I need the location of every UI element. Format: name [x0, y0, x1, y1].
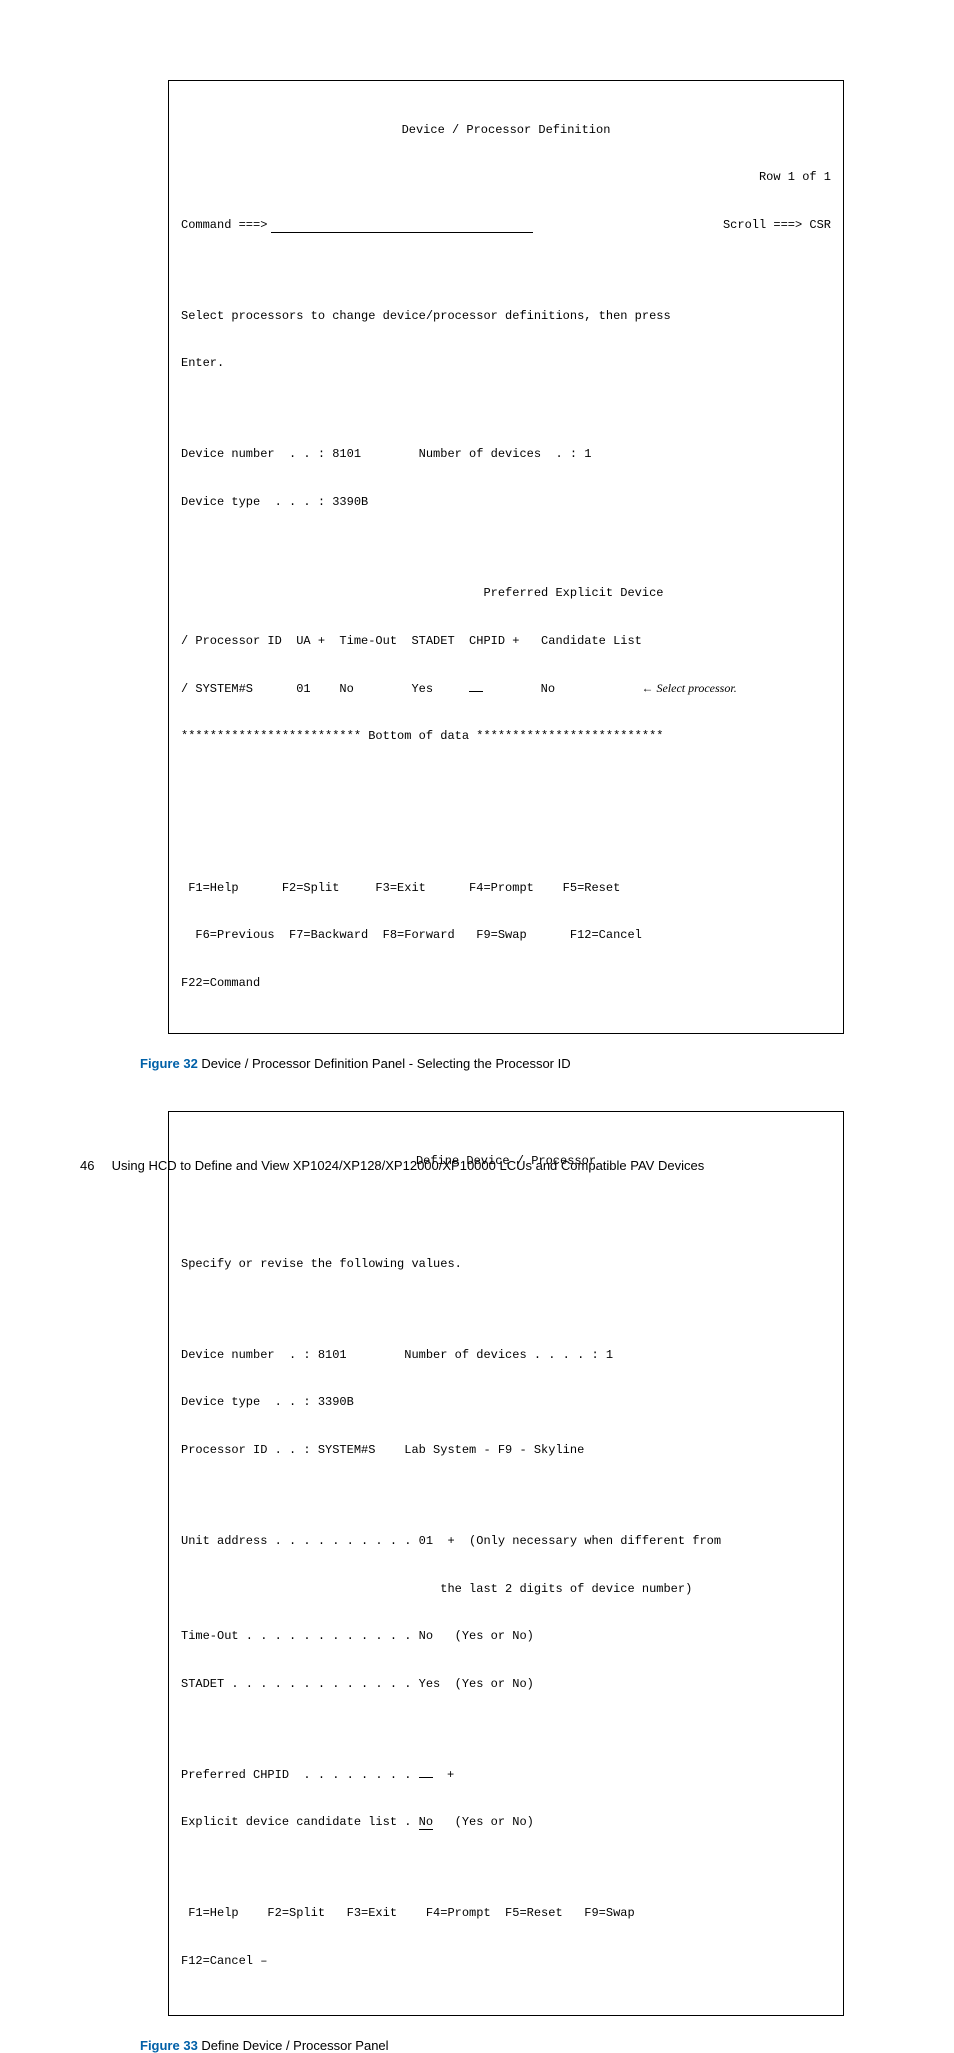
chpid-input[interactable] — [469, 691, 483, 692]
bottom-of-data: ************************* Bottom of data… — [181, 729, 831, 745]
device-number: Device number . . : 8101 — [181, 447, 361, 461]
panel1-fkeys-1: F1=Help F2=Split F3=Exit F4=Prompt F5=Re… — [181, 881, 831, 897]
select-processor-note: Select processor. — [656, 681, 736, 695]
figure-number: Figure 32 — [140, 1056, 198, 1071]
figure-caption-text: Define Device / Processor Panel — [198, 2038, 389, 2053]
panel-device-processor-definition: Device / Processor Definition Row 1 of 1… — [168, 80, 844, 1034]
panel1-device-info-line: Device number . . : 8101 Number of devic… — [181, 447, 831, 463]
panel2-timeout: Time-Out . . . . . . . . . . . . No (Yes… — [181, 1629, 831, 1645]
panel2-unit-address-2: the last 2 digits of device number) — [181, 1582, 831, 1598]
page-number: 46 — [80, 1158, 108, 1173]
panel1-instruction-2: Enter. — [181, 356, 831, 372]
column-header-2: / Processor ID UA + Time-Out STADET CHPI… — [181, 634, 831, 650]
processor-row: / SYSTEM#S 01 No Yes No ← Select process… — [181, 681, 831, 698]
panel1-fkeys-3: F22=Command — [181, 976, 831, 992]
command-input[interactable] — [271, 218, 533, 234]
processor-row-data: / SYSTEM#S 01 No Yes — [181, 682, 469, 696]
panel2-device-number: Device number . : 8101 Number of devices… — [181, 1348, 831, 1364]
figure-caption-text: Device / Processor Definition Panel - Se… — [198, 1056, 571, 1071]
document-page: Device / Processor Definition Row 1 of 1… — [0, 0, 954, 1235]
preferred-chpid-input[interactable] — [419, 1777, 433, 1778]
panel2-stadet: STADET . . . . . . . . . . . . . Yes (Ye… — [181, 1677, 831, 1693]
column-header-1: Preferred Explicit Device — [181, 586, 831, 602]
figure-number: Figure 33 — [140, 2038, 198, 2053]
device-type: Device type . . . : 3390B — [181, 495, 831, 511]
scroll-label: Scroll ===> CSR — [723, 218, 831, 234]
panel2-fkeys-2: F12=Cancel – — [181, 1954, 831, 1970]
footer-section-title: Using HCD to Define and View XP1024/XP12… — [112, 1158, 705, 1173]
command-label: Command ===> — [181, 218, 267, 234]
panel1-fkeys-2: F6=Previous F7=Backward F8=Forward F9=Sw… — [181, 928, 831, 944]
panel2-fkeys-1: F1=Help F2=Split F3=Exit F4=Prompt F5=Re… — [181, 1906, 831, 1922]
panel2-explicit-candidate: Explicit device candidate list . No (Yes… — [181, 1815, 831, 1831]
panel1-command-line: Command ===> Scroll ===> CSR — [181, 218, 831, 234]
panel2-unit-address: Unit address . . . . . . . . . . 01 + (O… — [181, 1534, 831, 1550]
figure-33-caption: Figure 33 Define Device / Processor Pane… — [140, 2038, 874, 2053]
explicit-candidate-value[interactable]: No — [419, 1815, 433, 1830]
panel1-title: Device / Processor Definition — [181, 123, 831, 139]
panel1-instruction-1: Select processors to change device/proce… — [181, 309, 831, 325]
panel2-processor-id: Processor ID . . : SYSTEM#S Lab System -… — [181, 1443, 831, 1459]
panel1-row-info: Row 1 of 1 — [181, 170, 831, 186]
arrow-icon: ← Select processor. — [641, 681, 736, 695]
panel2-preferred-chpid: Preferred CHPID . . . . . . . . + — [181, 1768, 831, 1784]
processor-row-data-2: No — [483, 682, 641, 696]
panel2-instruction: Specify or revise the following values. — [181, 1257, 831, 1273]
number-of-devices: Number of devices . : 1 — [419, 447, 592, 461]
panel2-device-type: Device type . . : 3390B — [181, 1395, 831, 1411]
panel-define-device-processor: Define Device / Processor Specify or rev… — [168, 1111, 844, 2016]
figure-32-caption: Figure 32 Device / Processor Definition … — [140, 1056, 874, 1071]
page-footer: 46 Using HCD to Define and View XP1024/X… — [80, 1158, 704, 1173]
